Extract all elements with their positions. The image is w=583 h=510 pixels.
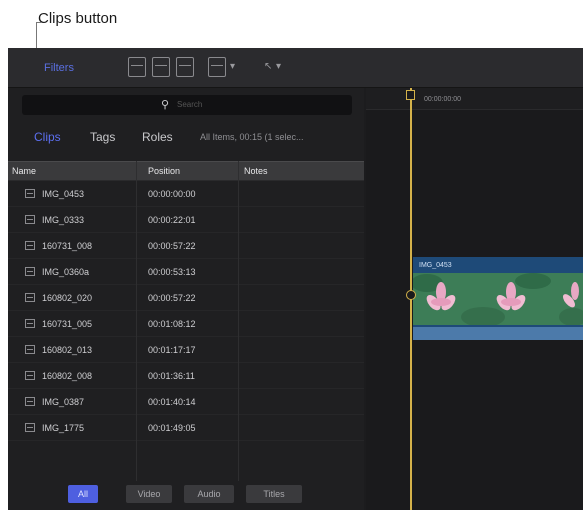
tab-all[interactable]: All: [68, 485, 98, 503]
clip-name: IMG_0360a: [42, 267, 90, 277]
toolbar-left-label[interactable]: Filters: [44, 62, 74, 74]
roles-button[interactable]: Roles: [142, 130, 173, 144]
timecode: 00:00:00:00: [424, 96, 461, 103]
search-icon: ⚲: [161, 99, 170, 111]
skimmer-dot: [406, 290, 416, 300]
chevron-down-icon[interactable]: ▾: [276, 61, 281, 72]
clip-icon: [25, 241, 35, 250]
tab-titles[interactable]: Titles: [246, 485, 302, 503]
clips-button[interactable]: Clips: [34, 130, 61, 144]
clip-name: 160731_005: [42, 319, 93, 329]
clip-icon: [25, 397, 35, 406]
toolbar: Filters ▾ ↖ ▾: [8, 48, 583, 88]
timeline-clip[interactable]: IMG_0453: [413, 257, 583, 340]
search-placeholder: Search: [177, 100, 203, 109]
clip-icon: [25, 371, 35, 380]
clip-name: IMG_0333: [42, 215, 85, 225]
tab-video[interactable]: Video: [126, 485, 172, 503]
table-row[interactable]: 160731_005 00:01:08:12: [8, 311, 364, 337]
column-name[interactable]: Name: [12, 166, 36, 176]
clip-position: 00:01:49:05: [148, 423, 196, 433]
clip-position: 00:00:00:00: [148, 189, 196, 199]
clip-position: 00:00:22:01: [148, 215, 196, 225]
column-position[interactable]: Position: [148, 166, 180, 176]
timeline-clip-name: IMG_0453: [419, 262, 452, 269]
table-row[interactable]: IMG_0333 00:00:22:01: [8, 207, 364, 233]
clip-audio-strip: [413, 327, 583, 340]
playhead-handle[interactable]: [406, 90, 415, 100]
callout-label: Clips button: [38, 10, 118, 27]
clip-icon: [25, 423, 35, 432]
clip-position: 00:01:36:11: [148, 371, 195, 381]
table-row[interactable]: IMG_1775 00:01:49:05: [8, 415, 364, 441]
clip-list: IMG_0453 00:00:00:00 IMG_0333 00:00:22:0…: [8, 181, 364, 481]
clip-position: 00:00:53:13: [148, 267, 196, 277]
clip-icon: [25, 189, 35, 198]
clip-thumbnail: [413, 273, 583, 325]
table-row[interactable]: IMG_0360a 00:00:53:13: [8, 259, 364, 285]
browser-pane: ⚲ Search Clips Tags Roles All Items, 00:…: [8, 88, 364, 510]
table-row[interactable]: IMG_0387 00:01:40:14: [8, 389, 364, 415]
table-row[interactable]: IMG_0453 00:00:00:00: [8, 181, 364, 207]
table-row[interactable]: 160802_020 00:00:57:22: [8, 285, 364, 311]
app-window: Filters ▾ ↖ ▾ ⚲ Search Clips Tags Roles …: [8, 48, 583, 510]
overwrite-clip-icon[interactable]: [208, 57, 226, 77]
timeline-ruler[interactable]: 00:00:00:00: [366, 88, 583, 110]
column-divider: [136, 161, 137, 481]
clip-position: 00:01:40:14: [148, 397, 196, 407]
table-row[interactable]: 160731_008 00:00:57:22: [8, 233, 364, 259]
selection-summary: All Items, 00:15 (1 selec...: [200, 132, 304, 142]
clip-icon: [25, 267, 35, 276]
column-notes[interactable]: Notes: [244, 166, 268, 176]
clip-icon: [25, 345, 35, 354]
insert-clip-icon[interactable]: [152, 57, 170, 77]
clip-icon: [25, 293, 35, 302]
timeline-pane[interactable]: 00:00:00:00 IMG_0453: [366, 88, 583, 510]
append-clip-icon[interactable]: [176, 57, 194, 77]
column-divider: [238, 161, 239, 481]
clip-name: 160802_020: [42, 293, 93, 303]
clip-name: IMG_0387: [42, 397, 85, 407]
clip-name: 160802_008: [42, 371, 93, 381]
clip-position: 00:01:08:12: [148, 319, 196, 329]
clip-position: 00:00:57:22: [148, 293, 196, 303]
connect-clip-icon[interactable]: [128, 57, 146, 77]
clip-name: IMG_1775: [42, 423, 85, 433]
lotus-thumbnail: [413, 273, 583, 325]
callout-tick: [36, 22, 42, 23]
clip-name: 160731_008: [42, 241, 93, 251]
tab-audio[interactable]: Audio: [184, 485, 234, 503]
tags-button[interactable]: Tags: [90, 130, 115, 144]
filter-bar: Clips Tags Roles All Items, 00:15 (1 sel…: [8, 122, 364, 150]
clip-name: IMG_0453: [42, 189, 85, 199]
chevron-down-icon[interactable]: ▾: [230, 61, 235, 72]
column-header: Name Position Notes: [8, 161, 364, 181]
clip-name: 160802_013: [42, 345, 93, 355]
clip-icon: [25, 215, 35, 224]
clip-position: 00:01:17:17: [148, 345, 196, 355]
select-tool-icon[interactable]: ↖: [264, 61, 272, 72]
table-row[interactable]: 160802_008 00:01:36:11: [8, 363, 364, 389]
table-row[interactable]: 160802_013 00:01:17:17: [8, 337, 364, 363]
search-field[interactable]: ⚲ Search: [22, 95, 352, 115]
clip-position: 00:00:57:22: [148, 241, 196, 251]
clip-icon: [25, 319, 35, 328]
